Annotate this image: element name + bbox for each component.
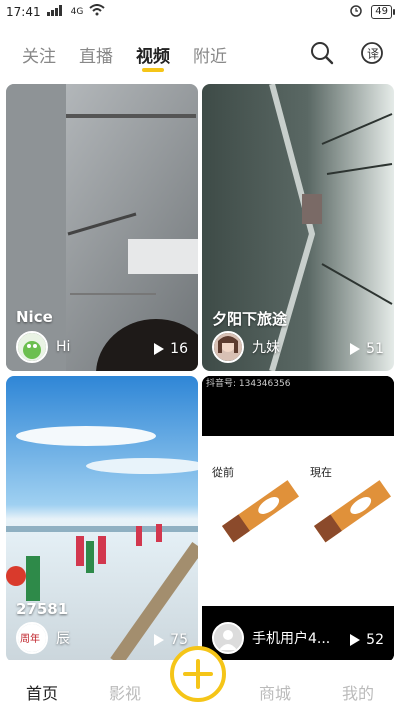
video-author[interactable]: 手机用户4... bbox=[212, 622, 330, 654]
tab-nearby[interactable]: 附近 bbox=[193, 42, 227, 67]
wifi-icon bbox=[89, 4, 105, 19]
video-author[interactable]: Hi bbox=[16, 331, 70, 363]
play-count-value: 51 bbox=[366, 341, 384, 357]
author-name: 九妹 bbox=[252, 340, 280, 356]
play-icon bbox=[350, 634, 361, 646]
play-count-value: 75 bbox=[170, 632, 188, 648]
play-icon bbox=[154, 343, 165, 355]
author-name: Hi bbox=[56, 339, 71, 355]
network-type: 4G bbox=[70, 6, 84, 17]
tab-video[interactable]: 视频 bbox=[136, 42, 170, 67]
video-title: 夕阳下旅途 bbox=[212, 310, 288, 328]
play-count: 16 bbox=[154, 341, 188, 357]
label-before: 從前 bbox=[212, 466, 234, 479]
active-tab-indicator bbox=[142, 68, 164, 72]
video-thumbnail bbox=[202, 376, 394, 662]
overlay-id-text: 抖音号: 134346356 bbox=[206, 379, 291, 389]
top-tab-bar: 关注 直播 视频 附近 bbox=[0, 28, 400, 76]
video-title: Nice bbox=[16, 308, 53, 326]
play-count: 75 bbox=[154, 632, 188, 648]
video-thumbnail bbox=[6, 376, 198, 662]
create-post-button[interactable] bbox=[170, 646, 226, 702]
video-author[interactable]: 九妹 bbox=[212, 331, 280, 363]
play-count-value: 52 bbox=[366, 632, 384, 648]
label-after: 現在 bbox=[310, 466, 332, 479]
avatar[interactable] bbox=[16, 331, 48, 363]
video-card[interactable]: 27581 周年 辰 75 bbox=[6, 376, 198, 662]
avatar[interactable] bbox=[212, 622, 244, 654]
battery-icon: 49 bbox=[371, 4, 395, 19]
nav-movies[interactable]: 影视 bbox=[109, 680, 141, 704]
avatar-logo-text: 周年 bbox=[20, 632, 40, 645]
nav-home[interactable]: 首页 bbox=[26, 680, 58, 704]
author-name: 手机用户4... bbox=[252, 631, 331, 647]
status-time: 17:41 bbox=[6, 4, 41, 19]
signal-icon bbox=[46, 4, 65, 19]
video-title: 27581 bbox=[16, 600, 69, 618]
author-name: 辰 bbox=[56, 631, 70, 647]
tab-live[interactable]: 直播 bbox=[79, 42, 113, 67]
nav-me[interactable]: 我的 bbox=[342, 680, 374, 704]
play-count: 52 bbox=[350, 632, 384, 648]
status-bar: 17:41 4G 49 bbox=[0, 0, 400, 22]
play-count-value: 16 bbox=[170, 341, 188, 357]
play-icon bbox=[154, 634, 165, 646]
video-card[interactable]: Nice Hi 16 bbox=[6, 84, 198, 371]
play-icon bbox=[350, 343, 361, 355]
svg-text:译: 译 bbox=[367, 47, 379, 61]
video-thumbnail bbox=[6, 84, 198, 371]
video-author[interactable]: 周年 辰 bbox=[16, 622, 70, 654]
alarm-icon bbox=[349, 3, 363, 20]
avatar[interactable]: 周年 bbox=[16, 622, 48, 654]
translate-icon[interactable]: 译 bbox=[359, 40, 385, 66]
plus-icon bbox=[183, 659, 213, 689]
play-count: 51 bbox=[350, 341, 384, 357]
video-card[interactable]: 夕阳下旅途 九妹 51 bbox=[202, 84, 394, 371]
avatar[interactable] bbox=[212, 331, 244, 363]
tab-follow[interactable]: 关注 bbox=[22, 42, 56, 67]
video-card[interactable]: 抖音号: 134346356 從前 現在 手机用户4... 52 bbox=[202, 376, 394, 662]
nav-mall[interactable]: 商城 bbox=[259, 680, 291, 704]
search-icon[interactable] bbox=[309, 40, 335, 66]
